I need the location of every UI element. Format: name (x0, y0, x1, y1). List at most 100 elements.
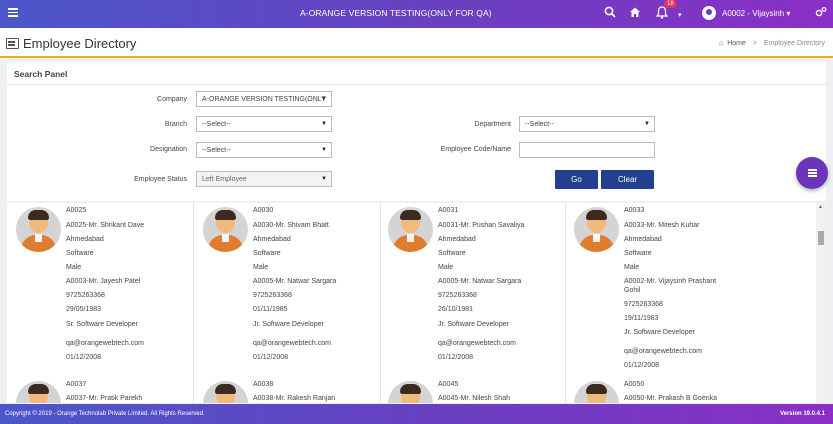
employee-phone: 9725263368 (438, 292, 477, 299)
menu-icon[interactable] (8, 8, 18, 17)
avatar (16, 381, 61, 403)
user-menu[interactable]: A0002 - Vijaysinh ▾ (722, 9, 790, 18)
avatar (203, 207, 248, 252)
employee-results: A0025 A0025-Mr. Shrikant Dave Ahmedabad … (7, 203, 826, 403)
copyright-text: Copyright © 2019 - Orange Technolab Priv… (5, 411, 205, 417)
floating-menu-button[interactable] (796, 157, 828, 189)
department-value: --Select-- (525, 121, 554, 128)
avatar (203, 381, 248, 403)
chevron-down-icon[interactable]: ▾ (678, 9, 682, 23)
company-value: A-ORANGE VERSION TESTING(ONLY (202, 96, 326, 103)
branch-label: Branch (164, 121, 187, 128)
scrollbar-thumb[interactable] (818, 231, 824, 245)
avatar (16, 207, 61, 252)
employee-status-select[interactable]: Left Employee ▼ (196, 171, 332, 187)
employee-department: Software (438, 250, 466, 257)
page-title: Employee Directory (23, 36, 137, 51)
caret-down-icon: ▼ (321, 147, 327, 153)
employee-manager: A0005-Mr. Natwar Sargara (438, 278, 522, 285)
employee-email[interactable]: qa@orangewebtech.com (438, 340, 516, 347)
notification-badge: 18 (664, 0, 677, 8)
breadcrumb-home[interactable]: Home (727, 40, 746, 47)
employee-status-value: Left Employee (202, 176, 247, 183)
go-button[interactable]: Go (555, 170, 598, 189)
results-scrollbar[interactable]: ▲ (816, 203, 826, 403)
employee-department: Software (66, 250, 94, 257)
avatar (388, 207, 433, 252)
employee-joining-date: 01/12/2008 (438, 354, 474, 361)
branch-select[interactable]: --Select-- ▼ (196, 116, 332, 132)
employee-code: A0030 (253, 207, 274, 214)
employee-joining-date: 01/12/2008 (253, 354, 289, 361)
employee-code: A0031 (438, 207, 459, 214)
employee-location: Ahmedabad (438, 236, 476, 243)
employee-name: A0050-Mr. Prakash B Goenka (624, 395, 717, 402)
footer: Copyright © 2019 - Orange Technolab Priv… (0, 404, 833, 424)
employee-designation: Sr. Software Developer (66, 321, 138, 328)
breadcrumb-current: Employee Directory (763, 40, 825, 47)
home-icon: ⌂ (719, 40, 724, 47)
employee-designation: Jr. Software Developer (624, 329, 695, 336)
employee-location: Ahmedabad (253, 236, 291, 243)
menu-icon-bar (808, 175, 817, 177)
employee-code-label: Employee Code/Name (440, 146, 511, 153)
caret-down-icon: ▼ (321, 96, 327, 102)
department-label: Department (474, 121, 511, 128)
top-navbar: A-ORANGE VERSION TESTING(ONLY FOR QA) 18… (0, 0, 833, 28)
menu-icon-bar (808, 172, 817, 174)
employee-designation: Jr. Software Developer (253, 321, 324, 328)
employee-name: A0037-Mr. Pratik Parekh (66, 395, 143, 402)
employee-gender: Male (66, 264, 82, 271)
employee-department: Software (253, 250, 281, 257)
designation-select[interactable]: --Select-- ▼ (196, 142, 332, 158)
employee-manager: A0005-Mr. Natwar Sargara (253, 278, 337, 285)
employee-manager-cont: Gohil (624, 287, 641, 294)
chevron-down-icon: ▾ (786, 9, 791, 18)
employee-gender: Male (438, 264, 454, 271)
employee-email[interactable]: qa@orangewebtech.com (66, 340, 144, 347)
employee-code: A0045 (438, 381, 459, 388)
employee-email[interactable]: qa@orangewebtech.com (624, 348, 702, 355)
panel-title: Search Panel (14, 69, 68, 79)
user-avatar[interactable] (702, 6, 716, 20)
home-icon[interactable] (629, 6, 641, 21)
employee-email[interactable]: qa@orangewebtech.com (253, 340, 331, 347)
employee-manager: A0003-Mr. Jayesh Patel (66, 278, 141, 285)
bell-icon[interactable] (655, 6, 669, 22)
employee-dob: 26/10/1981 (438, 306, 474, 313)
employee-name: A0025-Mr. Shrikant Dave (66, 222, 145, 229)
department-select[interactable]: --Select-- ▼ (519, 116, 655, 132)
employee-joining-date: 01/12/2008 (624, 362, 660, 369)
page-header: Employee Directory ⌂ Home > Employee Dir… (0, 28, 833, 58)
employee-name: A0030-Mr. Shivam Bhatt (253, 222, 329, 229)
employee-code: A0025 (66, 207, 87, 214)
employee-phone: 9725263368 (66, 292, 105, 299)
settings-icon[interactable] (815, 6, 827, 21)
company-select[interactable]: A-ORANGE VERSION TESTING(ONLY ▼ (196, 91, 332, 107)
employee-designation: Jr. Software Developer (438, 321, 509, 328)
version-text: Version 19.0.4.1 (779, 411, 825, 417)
employee-location: Ahmedabad (66, 236, 104, 243)
designation-label: Designation (150, 146, 187, 153)
employee-gender: Male (624, 264, 640, 271)
divider (193, 203, 194, 403)
caret-down-icon: ▼ (644, 121, 650, 127)
branch-value: --Select-- (202, 121, 231, 128)
employee-phone: 9725263368 (624, 301, 663, 308)
user-name: A0002 - Vijaysinh (722, 9, 785, 18)
employee-code-input[interactable] (519, 142, 655, 158)
scroll-up-icon[interactable]: ▲ (818, 204, 823, 210)
designation-value: --Select-- (202, 147, 231, 154)
caret-down-icon: ▼ (321, 121, 327, 127)
employee-dob: 19/11/1983 (624, 315, 659, 322)
employee-name: A0038-Mr. Rakesh Ranjan (253, 395, 336, 402)
employee-phone: 9725263368 (253, 292, 292, 299)
search-panel: Search Panel Company A-ORANGE VERSION TE… (7, 62, 826, 201)
employee-department: Software (624, 250, 652, 257)
employee-name: A0031-Mr. Pushan Savaliya (438, 222, 525, 229)
clear-button[interactable]: Clear (601, 170, 654, 189)
employee-status-label: Employee Status (134, 176, 187, 183)
employee-location: Ahmedabad (624, 236, 662, 243)
search-icon[interactable] (604, 6, 616, 21)
breadcrumb: ⌂ Home > Employee Directory (719, 40, 825, 47)
